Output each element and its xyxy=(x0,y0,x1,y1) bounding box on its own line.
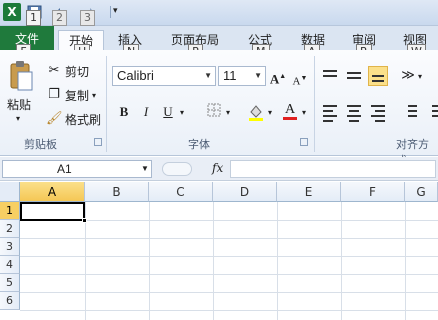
column-header-b[interactable]: B xyxy=(85,182,149,202)
orientation-icon[interactable]: ≫ xyxy=(398,66,418,86)
insert-function-button[interactable]: fx xyxy=(212,161,223,175)
name-box-dropdown-icon[interactable]: ▼ xyxy=(141,161,149,177)
cut-button[interactable]: ✂ 剪切 xyxy=(46,62,89,80)
copy-dropdown-icon: ▾ xyxy=(92,90,97,100)
formula-cancel-enter-area xyxy=(162,162,192,176)
customize-qat-icon[interactable]: ▾ xyxy=(113,6,131,22)
fill-handle[interactable] xyxy=(82,218,87,223)
italic-button[interactable]: I xyxy=(136,102,156,122)
qat-divider xyxy=(110,6,111,18)
underline-button[interactable]: U xyxy=(158,102,178,122)
name-box[interactable]: A1 ▼ xyxy=(2,160,152,178)
excel-logo-icon[interactable]: X xyxy=(3,3,21,21)
font-color-swatch xyxy=(283,117,297,120)
column-header-a[interactable]: A xyxy=(20,182,85,202)
borders-icon[interactable] xyxy=(204,102,224,122)
keytip-undo: 2 xyxy=(52,10,67,26)
shrink-font-button[interactable]: A▼ xyxy=(290,68,310,88)
increase-indent-icon[interactable] xyxy=(424,102,438,122)
select-all-corner[interactable] xyxy=(0,182,20,202)
scissors-icon: ✂ xyxy=(48,63,60,78)
row-header-4[interactable]: 4 xyxy=(0,256,20,274)
bold-button[interactable]: B xyxy=(114,102,134,122)
format-painter-icon: 🖌 xyxy=(46,111,63,126)
grow-font-button[interactable]: A▲ xyxy=(268,66,288,86)
chevron-down-icon: ▼ xyxy=(204,71,212,80)
column-header-c[interactable]: C xyxy=(149,182,213,202)
gridline xyxy=(20,238,438,239)
align-left-icon[interactable] xyxy=(320,102,340,122)
row-header-1[interactable]: 1 xyxy=(0,202,20,220)
active-cell-a1[interactable] xyxy=(20,202,85,221)
align-bottom-icon[interactable] xyxy=(368,66,388,86)
column-header-g[interactable]: G xyxy=(405,182,438,202)
font-color-button[interactable]: A xyxy=(280,100,300,120)
align-right-icon[interactable] xyxy=(368,102,388,122)
orientation-dropdown-icon[interactable]: ▾ xyxy=(418,72,422,81)
quick-access-toolbar: X 1 2 3 ▾ xyxy=(0,0,438,26)
column-header-f[interactable]: F xyxy=(341,182,405,202)
font-name-combo[interactable]: Calibri ▼ xyxy=(112,66,216,86)
font-size-combo[interactable]: 11 ▼ xyxy=(218,66,266,86)
row-header-2[interactable]: 2 xyxy=(0,220,20,238)
paste-dropdown-icon[interactable]: ▾ xyxy=(16,114,20,123)
column-header-d[interactable]: D xyxy=(213,182,277,202)
copy-icon: ❐ xyxy=(48,87,60,102)
keytip-redo: 3 xyxy=(80,10,95,26)
row-header-3[interactable]: 3 xyxy=(0,238,20,256)
fill-color-dropdown-icon[interactable]: ▾ xyxy=(268,108,272,117)
clipboard-group-label: 剪贴板 xyxy=(24,138,57,151)
font-group-label: 字体 xyxy=(188,138,210,151)
worksheet-grid[interactable]: A B C D E F G 1 2 3 4 5 6 xyxy=(0,182,438,320)
format-painter-button[interactable]: 🖌 格式刷 xyxy=(46,110,101,128)
font-launcher-icon[interactable] xyxy=(300,138,308,146)
copy-button[interactable]: ❐ 复制 ▾ xyxy=(46,86,96,104)
chevron-down-icon: ▼ xyxy=(254,71,262,80)
formula-bar: A1 ▼ fx xyxy=(0,157,438,181)
keytip-save: 1 xyxy=(26,10,41,26)
font-color-dropdown-icon[interactable]: ▾ xyxy=(302,108,306,117)
decrease-indent-icon[interactable] xyxy=(400,102,420,122)
borders-dropdown-icon[interactable]: ▾ xyxy=(226,108,230,117)
align-center-icon[interactable] xyxy=(344,102,364,122)
ribbon-tabs: 文件 开始 插入 页面布局 公式 数据 审阅 视图 xyxy=(0,26,438,50)
paste-icon[interactable] xyxy=(8,60,34,92)
clipboard-launcher-icon[interactable] xyxy=(94,138,102,146)
gridline xyxy=(20,310,438,311)
row-header-6[interactable]: 6 xyxy=(0,292,20,310)
align-top-icon[interactable] xyxy=(320,66,340,86)
column-header-e[interactable]: E xyxy=(277,182,341,202)
paste-button[interactable]: 粘贴 xyxy=(7,96,31,113)
underline-dropdown-icon[interactable]: ▾ xyxy=(180,108,184,117)
gridline xyxy=(20,274,438,275)
fill-color-icon[interactable] xyxy=(246,102,266,122)
ribbon-home: 粘贴 ▾ ✂ 剪切 ❐ 复制 ▾ 🖌 格式刷 剪贴板 Calibri ▼ 11 ▼ A▲ A… xyxy=(0,50,438,167)
gridline xyxy=(20,292,438,293)
row-header-5[interactable]: 5 xyxy=(0,274,20,292)
align-middle-icon[interactable] xyxy=(344,66,364,86)
gridline xyxy=(20,256,438,257)
formula-input[interactable] xyxy=(230,160,436,178)
group-divider xyxy=(106,56,107,152)
group-divider xyxy=(314,56,315,152)
